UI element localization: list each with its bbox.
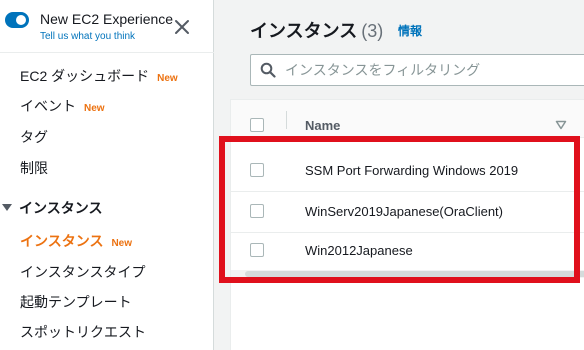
new-experience-toggle[interactable] [5, 12, 29, 28]
sidebar-item-limits[interactable]: 制限 [20, 158, 48, 178]
page-title-text: インスタンス [250, 21, 358, 41]
sidebar-item-instance-types[interactable]: インスタンスタイプ [20, 262, 145, 282]
new-badge: New [84, 103, 105, 114]
page-title: インスタンス (3) [250, 17, 383, 43]
new-badge: New [157, 73, 178, 84]
sidebar-section-label: インスタンス [19, 200, 103, 216]
sort-down-icon[interactable] [555, 120, 567, 130]
search-input[interactable] [285, 55, 584, 85]
sidebar-item-events[interactable]: イベント New [20, 96, 105, 116]
sidebar-item-launch-templates[interactable]: 起動テンプレート [20, 292, 132, 312]
feedback-link[interactable]: Tell us what you think [40, 31, 135, 42]
highlight-box [219, 136, 580, 283]
column-header-name[interactable]: Name [305, 118, 340, 133]
sidebar-item-label: 制限 [20, 160, 48, 176]
select-all-checkbox[interactable] [250, 118, 264, 132]
column-divider [286, 111, 287, 129]
sidebar-item-label: インスタンス [20, 233, 104, 249]
new-experience-panel: New EC2 Experience Tell us what you thin… [0, 0, 214, 53]
sidebar-item-label: 起動テンプレート [20, 294, 132, 310]
sidebar: New EC2 Experience Tell us what you thin… [0, 0, 214, 350]
sidebar-item-label: イベント [20, 98, 76, 114]
search-icon [260, 62, 276, 78]
sidebar-item-spot-requests[interactable]: スポットリクエスト [20, 322, 146, 342]
sidebar-item-label: EC2 ダッシュボード [20, 68, 150, 84]
new-badge: New [111, 238, 133, 249]
caret-down-icon [2, 204, 12, 211]
sidebar-item-ec2-dashboard[interactable]: EC2 ダッシュボード New [20, 66, 178, 86]
sidebar-item-label: インスタンスタイプ [20, 264, 146, 280]
sidebar-item-label: タグ [20, 129, 48, 145]
sidebar-section-instances[interactable]: インスタンス [2, 198, 102, 218]
sidebar-item-label: スポットリクエスト [20, 324, 146, 340]
instance-count: (3) [361, 21, 384, 41]
search-box[interactable] [250, 54, 584, 86]
table-header: Name [231, 100, 584, 138]
sidebar-item-instances[interactable]: インスタンス New [20, 231, 132, 251]
close-icon[interactable] [173, 18, 191, 36]
new-experience-title: New EC2 Experience [40, 11, 174, 27]
info-link[interactable]: 情報 [398, 22, 422, 39]
sidebar-item-tags[interactable]: タグ [20, 127, 48, 147]
